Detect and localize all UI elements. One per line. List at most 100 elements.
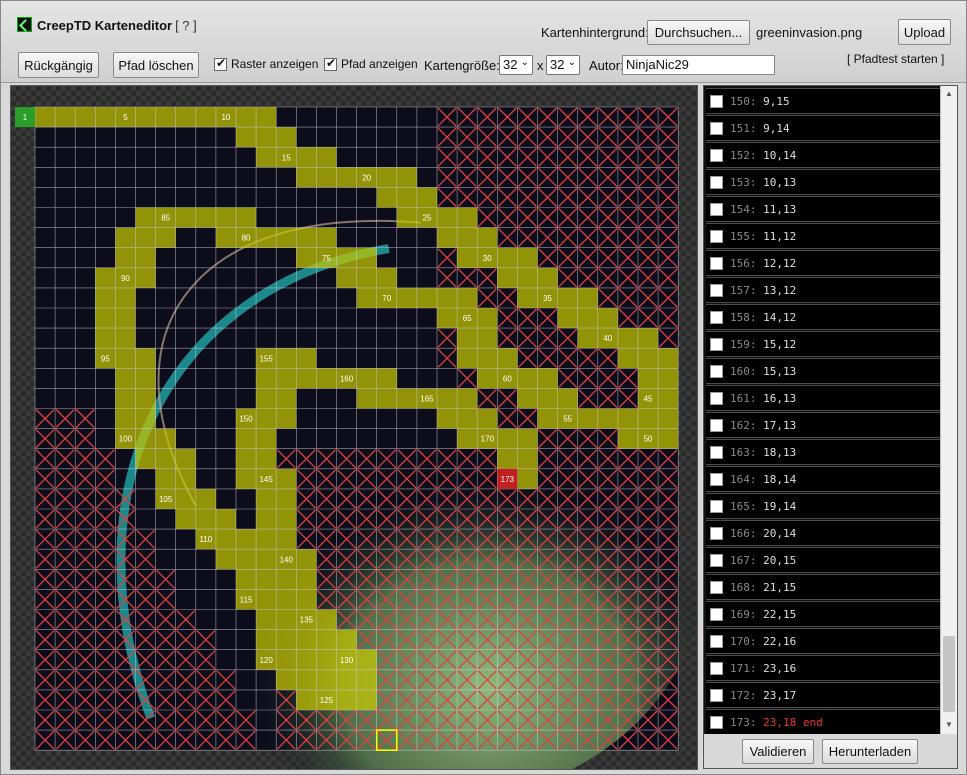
path-cell [296, 689, 317, 710]
path-step-checkbox[interactable] [710, 418, 723, 432]
map-width-select[interactable]: 32 ⌄ [499, 55, 533, 75]
path-step-checkbox[interactable] [710, 553, 723, 567]
path-list-item[interactable]: 156: 12,12 [706, 250, 940, 276]
path-list-item[interactable]: 168: 21,15 [706, 574, 940, 600]
path-step-checkbox[interactable] [710, 175, 723, 189]
path-list-item[interactable]: 171: 23,16 [706, 655, 940, 681]
show-path-checkbox[interactable] [324, 56, 337, 71]
path-cell [236, 448, 257, 469]
path-step-index: 172: [730, 688, 757, 702]
path-cell [175, 448, 196, 469]
path-step-text: 153: 10,13 [730, 176, 796, 189]
path-list-item[interactable]: 163: 18,13 [706, 439, 940, 465]
scroll-down-icon[interactable]: ▼ [945, 720, 953, 729]
path-list-item[interactable]: 167: 20,15 [706, 547, 940, 573]
path-step-text: 169: 22,15 [730, 608, 796, 621]
path-list-item[interactable]: 159: 15,12 [706, 331, 940, 357]
path-cell [276, 408, 297, 429]
path-list-item[interactable]: 170: 22,16 [706, 628, 940, 654]
path-cell [437, 408, 458, 429]
pathtest-link[interactable]: [ Pfadtest starten ] [847, 52, 944, 66]
path-step-checkbox[interactable] [710, 310, 723, 324]
path-list-item[interactable]: 158: 14,12 [706, 304, 940, 330]
path-step-index: 165: [730, 499, 757, 513]
show-grid-checkbox[interactable] [214, 56, 227, 71]
path-step-checkbox[interactable] [710, 121, 723, 135]
show-path-toggle[interactable]: Pfad anzeigen [324, 56, 418, 71]
path-step-checkbox[interactable] [710, 688, 723, 702]
scroll-up-icon[interactable]: ▲ [945, 89, 953, 98]
path-step-checkbox[interactable] [710, 94, 723, 108]
path-list-item[interactable]: 151: 9,14 [706, 115, 940, 141]
path-step-checkbox[interactable] [710, 634, 723, 648]
author-input[interactable]: NinjaNic29 [622, 55, 775, 75]
path-list-scrollbar[interactable]: ▲ ▼ [940, 86, 957, 734]
validate-button[interactable]: Validieren [742, 739, 814, 764]
path-cell [215, 227, 236, 248]
path-step-checkbox[interactable] [710, 148, 723, 162]
map-grid[interactable]: 1 173 5 10 15 20 25 30 35 40 45 50 55 60 65 70 75 80 85 90 9… [11, 86, 697, 769]
path-step-checkbox[interactable] [710, 364, 723, 378]
path-cell [517, 428, 538, 449]
path-list-item[interactable]: 165: 19,14 [706, 493, 940, 519]
path-list-item[interactable]: 152: 10,14 [706, 142, 940, 168]
path-step-checkbox[interactable] [710, 337, 723, 351]
path-cell [416, 187, 437, 208]
path-list-item[interactable]: 161: 16,13 [706, 385, 940, 411]
path-cell [215, 509, 236, 530]
path-step-text: 164: 18,14 [730, 473, 796, 486]
path-cell [296, 247, 317, 268]
path-cell [376, 368, 397, 389]
path-cell [135, 348, 156, 369]
help-link[interactable]: [ ? ] [175, 18, 197, 33]
path-step-checkbox[interactable] [710, 229, 723, 243]
download-button[interactable]: Herunterladen [822, 739, 918, 764]
path-list-item[interactable]: 164: 18,14 [706, 466, 940, 492]
clear-path-button[interactable]: Pfad löschen [113, 52, 199, 78]
path-step-checkbox[interactable] [710, 499, 723, 513]
path-list-item[interactable]: 166: 20,14 [706, 520, 940, 546]
browse-button[interactable]: Durchsuchen... [647, 20, 750, 45]
path-list-item[interactable]: 157: 13,12 [706, 277, 940, 303]
editor-window: CreepTD Karteneditor[ ? ] Kartenhintergr… [0, 0, 967, 775]
path-step-checkbox[interactable] [710, 256, 723, 270]
path-step-checkbox[interactable] [710, 472, 723, 486]
path-step-checkbox[interactable] [710, 715, 723, 729]
path-cell [276, 569, 297, 590]
path-list-item[interactable]: 155: 11,12 [706, 223, 940, 249]
path-step-label: 85 [161, 214, 170, 223]
path-cell [457, 207, 478, 228]
path-list-item[interactable]: 154: 11,13 [706, 196, 940, 222]
path-list-item[interactable]: 160: 15,13 [706, 358, 940, 384]
show-grid-toggle[interactable]: Raster anzeigen [214, 56, 318, 71]
path-list-item[interactable]: 150: 9,15 [706, 88, 940, 114]
path-step-checkbox[interactable] [710, 202, 723, 216]
path-cell [658, 348, 679, 369]
scroll-thumb[interactable] [943, 636, 955, 712]
path-cell [236, 549, 257, 570]
path-step-checkbox[interactable] [710, 526, 723, 540]
path-cell [296, 569, 317, 590]
undo-button[interactable]: Rückgängig [18, 52, 99, 78]
path-step-text: 162: 17,13 [730, 419, 796, 432]
path-step-index: 151: [730, 121, 757, 135]
path-cell [256, 549, 277, 570]
map-height-select[interactable]: 32 ⌄ [546, 55, 580, 75]
path-step-checkbox[interactable] [710, 445, 723, 459]
path-step-index: 169: [730, 607, 757, 621]
path-list-item[interactable]: 173: 23,18 end [706, 709, 940, 734]
path-step-index: 155: [730, 229, 757, 243]
path-list-item[interactable]: 169: 22,15 [706, 601, 940, 627]
path-step-checkbox[interactable] [710, 391, 723, 405]
path-step-checkbox[interactable] [710, 661, 723, 675]
path-step-text: 168: 21,15 [730, 581, 796, 594]
path-step-checkbox[interactable] [710, 580, 723, 594]
path-list-item[interactable]: 162: 17,13 [706, 412, 940, 438]
path-step-label: 95 [101, 354, 110, 363]
path-list-item[interactable]: 172: 23,17 [706, 682, 940, 708]
path-step-checkbox[interactable] [710, 283, 723, 297]
map-canvas-area[interactable]: 1 173 5 10 15 20 25 30 35 40 45 50 55 60 65 70 75 80 85 90 9… [10, 85, 698, 770]
path-list-item[interactable]: 153: 10,13 [706, 169, 940, 195]
path-step-checkbox[interactable] [710, 607, 723, 621]
upload-button[interactable]: Upload [898, 19, 951, 45]
